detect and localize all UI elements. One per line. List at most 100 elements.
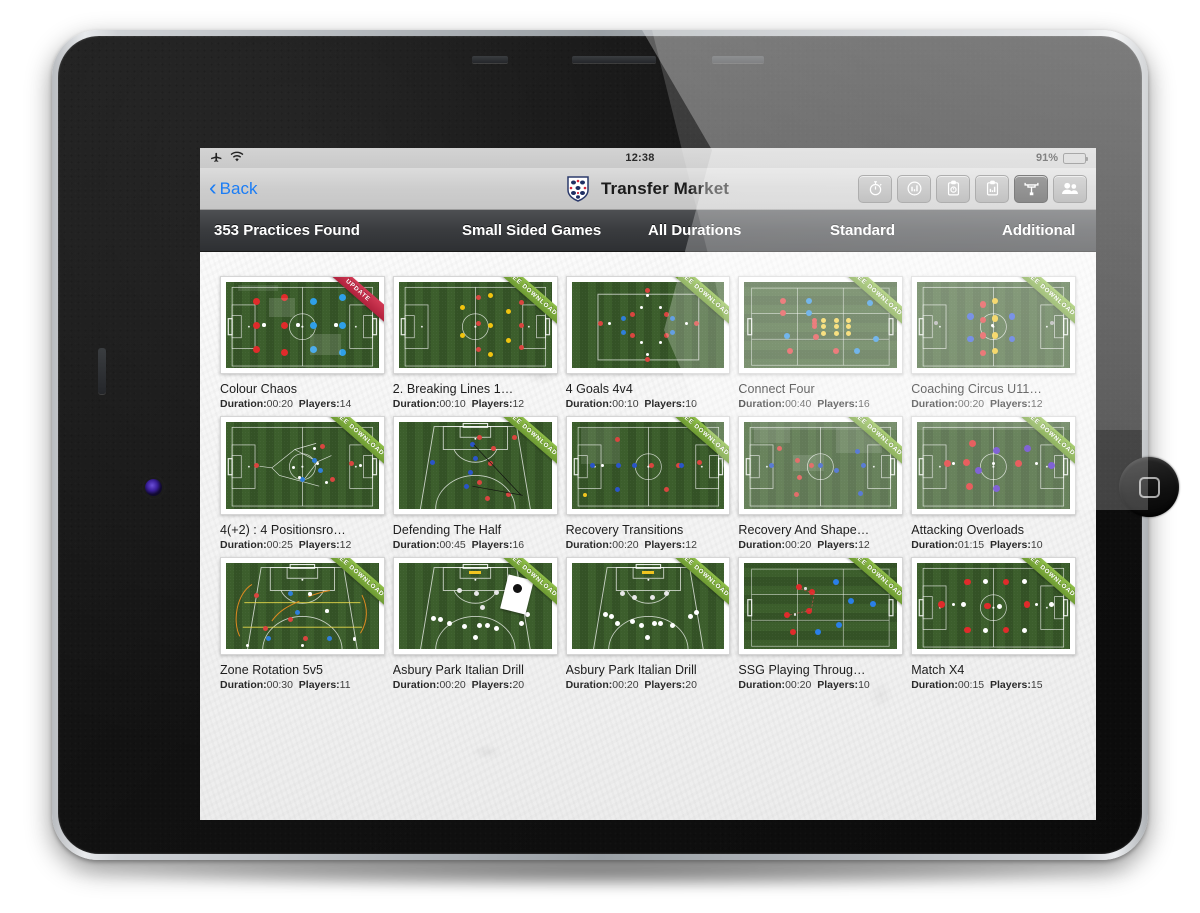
- practice-thumbnail[interactable]: FREE DOWNLOAD: [565, 416, 731, 515]
- practice-thumbnail[interactable]: FREE DOWNLOAD: [911, 416, 1076, 515]
- practice-thumbnail[interactable]: FREE DOWNLOAD: [392, 416, 558, 515]
- clipboard-analytics-icon[interactable]: [975, 174, 1009, 203]
- duration-value: 00:20: [957, 398, 985, 411]
- practice-list-content: UPDATE Colour Chaos Duration:00:20 Playe…: [200, 252, 1096, 820]
- duration-value: 00:15: [957, 679, 985, 692]
- players-label: Players:: [989, 538, 1031, 551]
- players-value: 15: [1030, 679, 1043, 692]
- battery-icon: [1063, 152, 1088, 164]
- duration-label: Duration:: [392, 398, 440, 411]
- duration-label: Duration:: [911, 679, 958, 692]
- players-label: Players:: [644, 679, 686, 692]
- practice-card[interactable]: FREE DOWNLOAD Match X4 Duration:00:15 Pl…: [911, 556, 1076, 692]
- practice-card[interactable]: FREE DOWNLOAD Asbury Park Italian Drill …: [392, 556, 558, 692]
- duration-label: Duration:: [565, 538, 613, 551]
- home-button[interactable]: [1119, 457, 1179, 517]
- practice-card[interactable]: FREE DOWNLOAD Recovery Transitions Durat…: [565, 416, 731, 551]
- duration-value: 00:45: [439, 538, 466, 551]
- duration-value: 00:20: [266, 398, 293, 411]
- players-label: Players:: [471, 538, 513, 551]
- back-button[interactable]: ‹ Back: [209, 176, 258, 199]
- players-value: 14: [339, 398, 352, 411]
- practice-thumbnail[interactable]: FREE DOWNLOAD: [911, 556, 1076, 656]
- duration-label: Duration:: [738, 538, 786, 551]
- practice-title: Colour Chaos: [220, 382, 298, 397]
- players-label: Players:: [989, 679, 1031, 692]
- practice-thumbnail[interactable]: FREE DOWNLOAD: [392, 556, 558, 656]
- tournament-bracket-icon[interactable]: [1014, 174, 1048, 203]
- practice-title: Coaching Circus U11…: [911, 382, 1042, 397]
- practice-thumbnail[interactable]: FREE DOWNLOAD: [565, 276, 731, 375]
- practice-meta: Duration:00:45 Players:16: [393, 539, 558, 551]
- practice-card[interactable]: FREE DOWNLOAD Recovery And Shape… Durati…: [738, 416, 904, 551]
- duration-label: Duration:: [911, 398, 958, 411]
- practice-thumbnail[interactable]: FREE DOWNLOAD: [738, 276, 904, 375]
- practice-meta: Duration:01:15 Players:10: [911, 539, 1076, 551]
- duration-value: 00:20: [612, 538, 639, 551]
- tablet-screen: 12:38 91% ‹ Back Transfer Market 353 Pra…: [200, 148, 1096, 820]
- practice-card[interactable]: FREE DOWNLOAD Zone Rotation 5v5 Duration…: [220, 556, 385, 692]
- practice-card[interactable]: FREE DOWNLOAD SSG Playing Throug… Durati…: [738, 556, 904, 691]
- practice-thumbnail[interactable]: FREE DOWNLOAD: [220, 416, 385, 515]
- practice-thumbnail[interactable]: FREE DOWNLOAD: [738, 416, 904, 515]
- players-value: 12: [339, 538, 352, 551]
- practice-meta: Duration:00:20 Players:12: [566, 539, 731, 551]
- back-button-label: Back: [219, 178, 258, 198]
- practice-thumbnail[interactable]: UPDATE: [220, 276, 385, 375]
- tablet-device: 12:38 91% ‹ Back Transfer Market 353 Pra…: [52, 30, 1179, 860]
- practice-thumbnail[interactable]: FREE DOWNLOAD: [220, 556, 385, 656]
- practice-card[interactable]: FREE DOWNLOAD 4 Goals 4v4 Duration:00:10…: [565, 276, 731, 411]
- practice-card[interactable]: FREE DOWNLOAD 2. Breaking Lines 1… Durat…: [392, 276, 558, 410]
- practice-card[interactable]: FREE DOWNLOAD Connect Four Duration:00:4…: [738, 276, 904, 411]
- device-top-button-1[interactable]: [472, 56, 508, 63]
- filter-additional[interactable]: Additional: [1002, 222, 1075, 239]
- duration-value: 00:20: [612, 679, 639, 692]
- practice-thumbnail[interactable]: FREE DOWNLOAD: [392, 276, 558, 375]
- players-label: Players:: [817, 538, 859, 551]
- clipboard-stopwatch-icon[interactable]: [936, 174, 970, 203]
- practice-card[interactable]: UPDATE Colour Chaos Duration:00:20 Playe…: [220, 276, 385, 410]
- practice-title: Asbury Park Italian Drill: [392, 663, 524, 678]
- duration-value: 00:25: [266, 538, 293, 551]
- players-value: 10: [858, 679, 870, 692]
- status-bar: 12:38 91%: [200, 148, 1096, 168]
- practice-title: Recovery And Shape…: [738, 522, 870, 537]
- players-value: 10: [1030, 538, 1043, 551]
- players-value: 10: [685, 398, 697, 411]
- players-label: Players:: [471, 679, 513, 692]
- results-count-label: 353 Practices Found: [214, 222, 360, 239]
- practice-card[interactable]: FREE DOWNLOAD Asbury Park Italian Drill …: [565, 556, 731, 691]
- practice-meta: Duration:00:20 Players:20: [566, 679, 731, 691]
- practice-card[interactable]: FREE DOWNLOAD Coaching Circus U11… Durat…: [911, 276, 1076, 410]
- practice-meta: Duration:00:10 Players:12: [393, 398, 558, 410]
- players-value: 11: [339, 679, 351, 692]
- practice-grid: UPDATE Colour Chaos Duration:00:20 Playe…: [220, 276, 1076, 691]
- device-top-button-3[interactable]: [712, 56, 764, 63]
- stopwatch-icon[interactable]: [858, 174, 892, 203]
- practice-title: Zone Rotation 5v5: [220, 663, 323, 678]
- filter-bar: 353 Practices Found Small Sided Games Al…: [200, 210, 1096, 252]
- practice-thumbnail[interactable]: FREE DOWNLOAD: [911, 276, 1076, 375]
- practice-card[interactable]: FREE DOWNLOAD 4(+2) : 4 Positionsro… Dur…: [220, 416, 385, 551]
- filter-small-sided-games[interactable]: Small Sided Games: [462, 222, 601, 239]
- filter-standard[interactable]: Standard: [830, 222, 895, 239]
- practice-meta: Duration:00:20 Players:12: [911, 398, 1076, 410]
- analytics-circle-icon[interactable]: [897, 174, 931, 203]
- duration-label: Duration:: [565, 679, 613, 692]
- duration-label: Duration:: [565, 398, 613, 411]
- duration-value: 00:40: [785, 398, 812, 411]
- practice-card[interactable]: FREE DOWNLOAD Attacking Overloads Durati…: [911, 416, 1076, 551]
- screenshot-stage: 12:38 91% ‹ Back Transfer Market 353 Pra…: [0, 0, 1200, 913]
- device-side-button[interactable]: [98, 348, 106, 394]
- practice-meta: Duration:00:20 Players:10: [738, 679, 903, 691]
- front-camera-icon: [145, 479, 162, 496]
- people-icon[interactable]: [1053, 174, 1087, 203]
- practice-thumbnail[interactable]: FREE DOWNLOAD: [565, 556, 731, 656]
- home-square-icon: [1138, 476, 1160, 498]
- practice-meta: Duration:00:20 Players:12: [738, 539, 903, 551]
- practice-card[interactable]: FREE DOWNLOAD Defending The Half Duratio…: [392, 416, 558, 551]
- filter-all-durations[interactable]: All Durations: [648, 222, 741, 239]
- practice-thumbnail[interactable]: FREE DOWNLOAD: [738, 556, 904, 656]
- device-top-button-2[interactable]: [572, 56, 656, 63]
- duration-value: 00:20: [785, 538, 812, 551]
